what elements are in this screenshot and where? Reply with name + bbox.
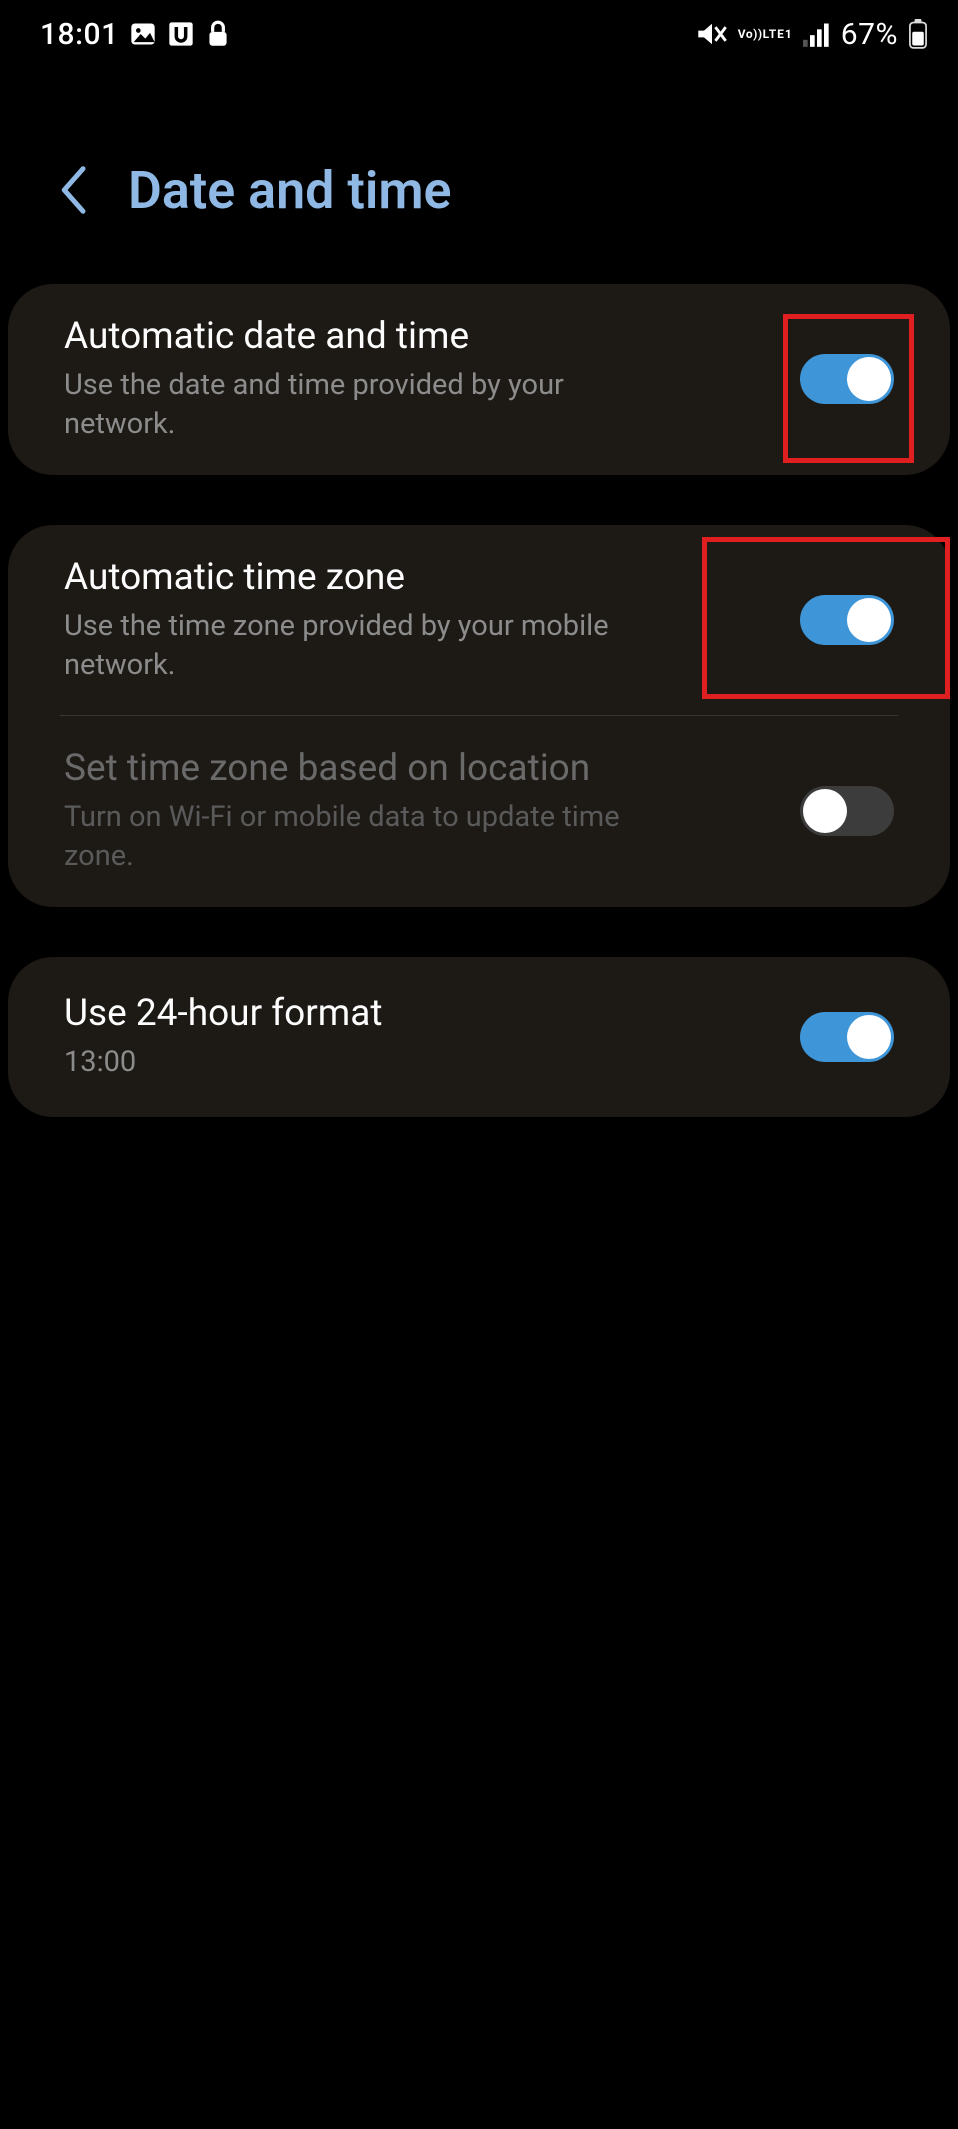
row-subtitle: Use the time zone provided by your mobil… (64, 607, 664, 685)
picture-icon (129, 20, 157, 48)
back-icon[interactable] (58, 165, 88, 215)
toggle-auto-timezone[interactable] (800, 595, 894, 645)
row-auto-timezone[interactable]: Automatic time zone Use the time zone pr… (64, 525, 894, 716)
status-right: Vo)) LTE1 67% (696, 17, 928, 52)
volte-icon: Vo)) LTE1 (738, 28, 793, 40)
app-bar: Date and time (0, 100, 958, 280)
row-24h-format[interactable]: Use 24-hour format 13:00 (64, 957, 894, 1117)
card-24h: Use 24-hour format 13:00 (8, 957, 950, 1117)
toggle-knob (803, 789, 847, 833)
battery-pct: 67% (841, 17, 898, 52)
card-auto-datetime: Automatic date and time Use the date and… (8, 284, 950, 475)
row-subtitle: Use the date and time provided by your n… (64, 366, 664, 444)
page-title: Date and time (128, 160, 451, 221)
row-title: Automatic date and time (64, 314, 770, 360)
status-time: 18:01 (40, 17, 119, 52)
row-title: Use 24-hour format (64, 991, 770, 1037)
row-subtitle: Turn on Wi-Fi or mobile data to update t… (64, 798, 664, 876)
screen: { "status": { "time": "18:01", "icons_le… (0, 0, 958, 2129)
lock-icon (205, 19, 231, 49)
row-location-timezone: Set time zone based on location Turn on … (64, 716, 894, 907)
toggle-location-timezone (800, 786, 894, 836)
status-left: 18:01 (40, 17, 231, 52)
u-box-icon (167, 20, 195, 48)
toggle-knob (847, 1015, 891, 1059)
row-title: Set time zone based on location (64, 746, 770, 792)
row-auto-datetime[interactable]: Automatic date and time Use the date and… (64, 284, 894, 475)
row-title: Automatic time zone (64, 555, 770, 601)
status-bar: 18:01 Vo)) LTE1 67% (0, 0, 958, 60)
battery-icon (908, 19, 928, 49)
toggle-knob (847, 598, 891, 642)
toggle-knob (847, 357, 891, 401)
toggle-24h[interactable] (800, 1012, 894, 1062)
toggle-auto-datetime[interactable] (800, 354, 894, 404)
mute-icon (696, 20, 728, 48)
signal-icon (803, 21, 831, 47)
row-subtitle: 13:00 (64, 1043, 664, 1082)
card-timezone: Automatic time zone Use the time zone pr… (8, 525, 950, 907)
